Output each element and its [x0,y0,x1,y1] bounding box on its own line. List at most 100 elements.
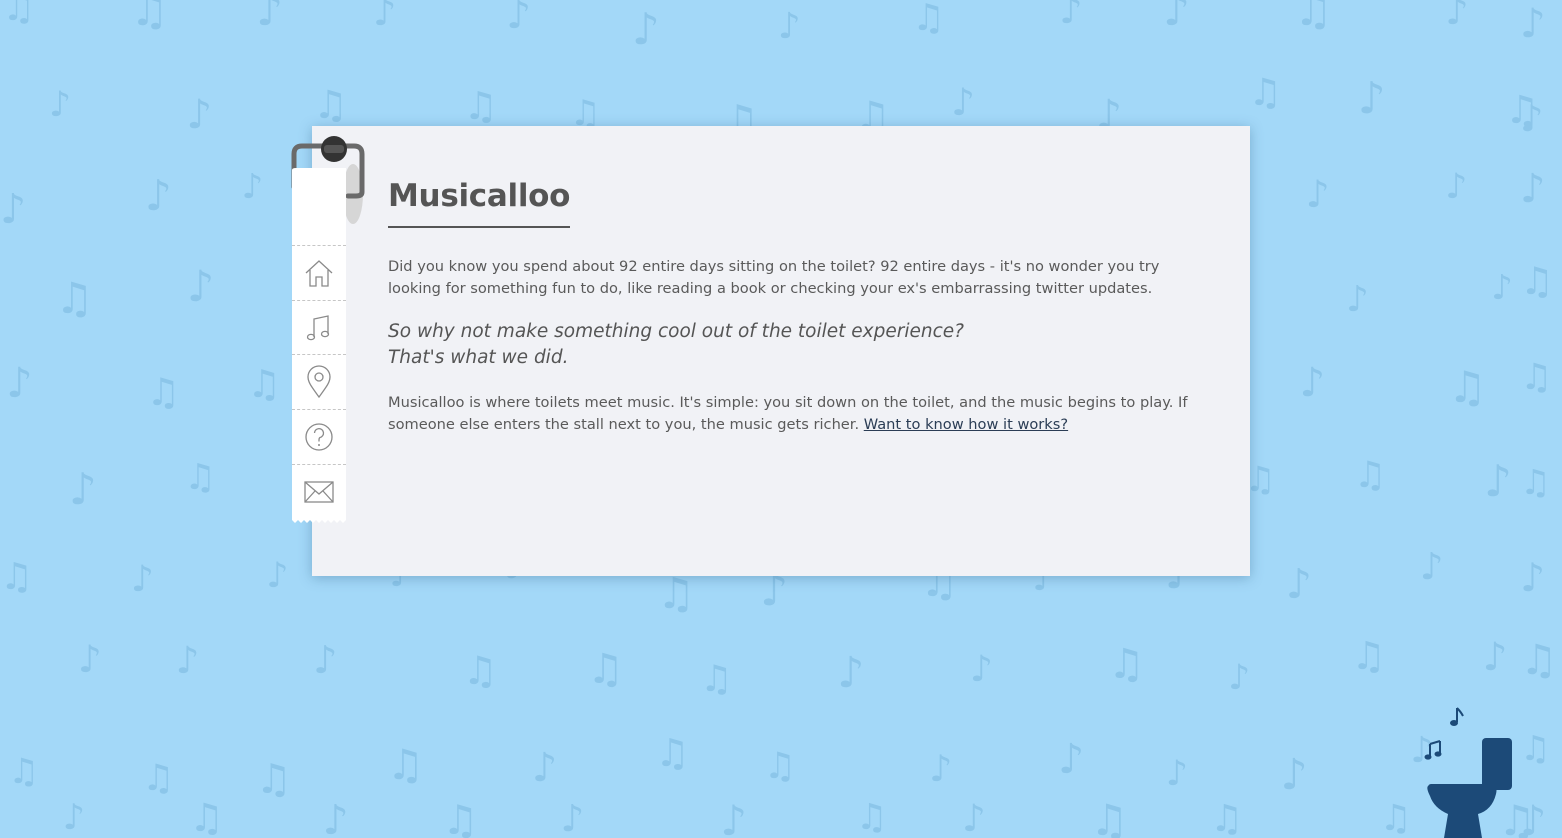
background-note-icon: ♫ [586,644,624,693]
quote-line-2: That's what we did. [388,347,569,368]
mount-cap [324,145,344,153]
background-note-icon: ♪ [1059,0,1083,33]
background-note-icon: ♪ [969,646,993,690]
background-note-icon: ♪ [1280,750,1308,801]
background-note-icon: ♫ [1089,796,1129,838]
background-note-icon: ♫ [1520,354,1553,398]
background-note-icon: ♫ [442,796,479,838]
background-note-icon: ♫ [141,755,175,799]
background-note-icon: ♪ [77,636,102,681]
background-note-icon: ♪ [531,745,558,792]
background-note-icon: ♪ [1445,167,1468,208]
toilet-logo-icon [1424,707,1512,838]
background-note-icon: ♫ [1107,640,1145,689]
how-it-works-link[interactable]: Want to know how it works? [864,416,1068,433]
background-note-icon: ♪ [266,555,289,596]
background-note-icon: ♪ [322,796,349,838]
background-note-icon: ♫ [1294,0,1333,36]
background-note-icon: ♪ [175,638,200,683]
background-note-icon: ♫ [1520,259,1554,304]
background-note-icon: ♪ [1163,0,1190,35]
page-title: Musicalloo [388,178,570,228]
background-note-icon: ♫ [912,0,945,40]
envelope-icon [304,481,334,503]
background-note-icon: ♪ [1520,796,1547,838]
background-note-icon: ♪ [62,797,86,838]
background-note-icon: ♫ [1520,634,1558,684]
quote: So why not make something cool out of th… [388,319,1208,371]
background-note-icon: ♪ [186,90,213,139]
background-note-icon: ♫ [312,83,348,129]
background-note-icon: ♪ [144,170,172,220]
background-note-icon: ♫ [130,0,169,36]
background-note-icon: ♫ [2,0,36,29]
background-note-icon: ♪ [950,79,975,124]
background-note-icon: ♪ [1520,0,1546,47]
background-note-icon: ♫ [386,739,425,789]
background-note-icon: ♫ [8,751,40,792]
background-note-icon: ♫ [763,743,797,787]
nav-paper-strip [292,172,346,517]
description-paragraph: Musicalloo is where toilets meet music. … [388,392,1208,436]
quote-line-1: So why not make something cool out of th… [388,321,964,342]
paper-torn-edge [292,516,346,523]
background-note-icon: ♫ [255,755,293,804]
background-note-icon: ♫ [146,369,181,414]
background-note-icon: ♫ [1353,453,1387,497]
background-note-icon: ♫ [247,363,282,408]
background-note-icon: ♫ [1447,363,1487,414]
background-note-icon: ♫ [655,730,690,776]
background-note-icon: ♫ [1210,797,1244,838]
nav-item-contact[interactable] [292,464,346,519]
background-note-icon: ♫ [184,456,216,498]
background-note-icon: ♪ [560,796,585,838]
background-note-icon: ♫ [1520,463,1551,504]
background-note-icon: ♫ [1351,634,1386,679]
nav-item-music[interactable] [292,300,346,355]
background-note-icon: ♫ [700,657,733,701]
background-note-icon: ♫ [55,274,94,325]
background-note-icon: ♪ [48,84,72,125]
map-pin-icon [307,365,331,399]
background-note-icon: ♪ [313,638,338,683]
intro-paragraph: Did you know you spend about 92 entire d… [388,258,1160,297]
nav-item-home[interactable] [292,245,346,300]
background-note-icon: ♪ [1484,456,1512,508]
background-note-icon: ♫ [1248,70,1282,115]
background-note-icon: ♪ [720,796,747,838]
background-note-icon: ♪ [1357,72,1386,124]
background-note-icon: ♪ [1520,96,1544,140]
background-note-icon: ♪ [1285,560,1312,609]
background-note-icon: ♪ [1305,172,1330,217]
background-note-icon: ♪ [1299,359,1326,406]
background-note-icon: ♪ [632,4,660,56]
music-note-icon [306,315,330,341]
background-note-icon: ♪ [837,647,865,698]
background-note-icon: ♪ [1057,735,1085,784]
background-note-icon: ♫ [855,797,888,838]
background-note-icon: ♪ [241,167,264,208]
content-card: Musicalloo Did you know you spend about … [312,126,1250,576]
background-note-icon: ♪ [506,0,532,38]
nav-item-help[interactable] [292,409,346,464]
background-note-icon: ♪ [777,5,801,47]
background-note-icon: ♫ [462,648,498,694]
background-note-icon: ♪ [256,0,284,35]
background-note-icon: ♪ [130,557,154,601]
background-note-icon: ♫ [1379,797,1412,838]
background-note-icon: ♫ [656,568,696,619]
home-icon [305,260,333,287]
background-note-icon: ♪ [1520,555,1546,601]
background-note-icon: ♪ [1228,657,1251,698]
background-note-icon: ♪ [6,358,33,407]
background-note-icon: ♫ [1520,729,1551,770]
background-note-icon: ♪ [1419,543,1444,588]
background-note-icon: ♪ [961,796,986,838]
nav-item-location[interactable] [292,354,346,409]
background-note-icon: ♪ [68,463,97,515]
background-note-icon: ♪ [1346,279,1369,321]
background-note-icon: ♫ [0,555,34,599]
background-note-icon: ♪ [1482,634,1508,680]
background-note-icon: ♪ [0,185,27,234]
content-body: Did you know you spend about 92 entire d… [388,256,1208,436]
